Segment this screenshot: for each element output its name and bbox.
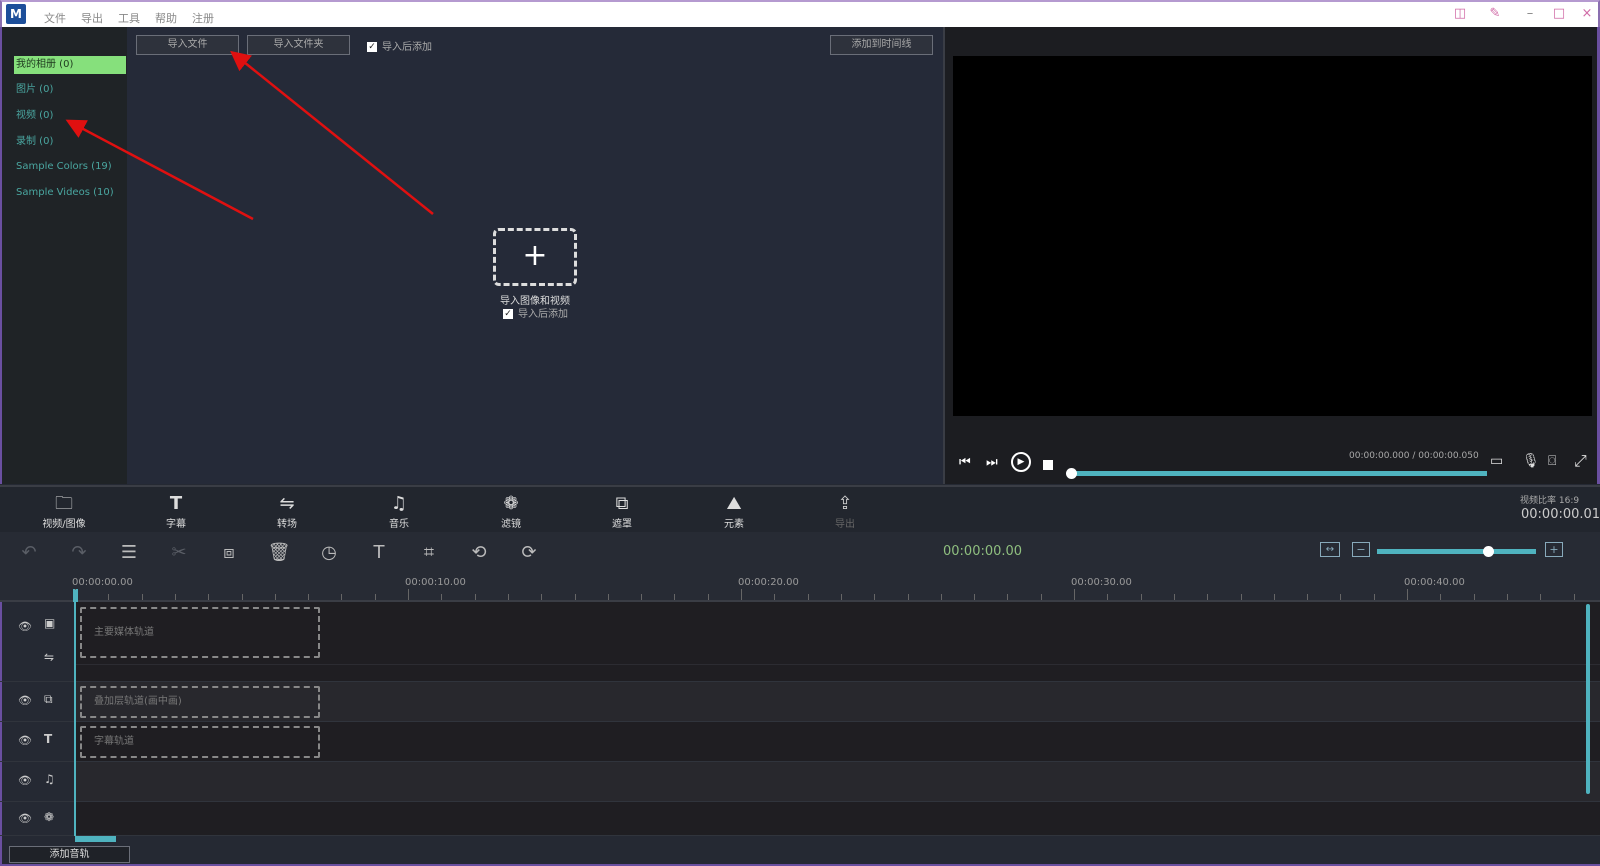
arrow-to-videos <box>65 119 254 221</box>
arrow-to-import-file <box>230 50 434 215</box>
annotation-arrows <box>65 50 434 221</box>
